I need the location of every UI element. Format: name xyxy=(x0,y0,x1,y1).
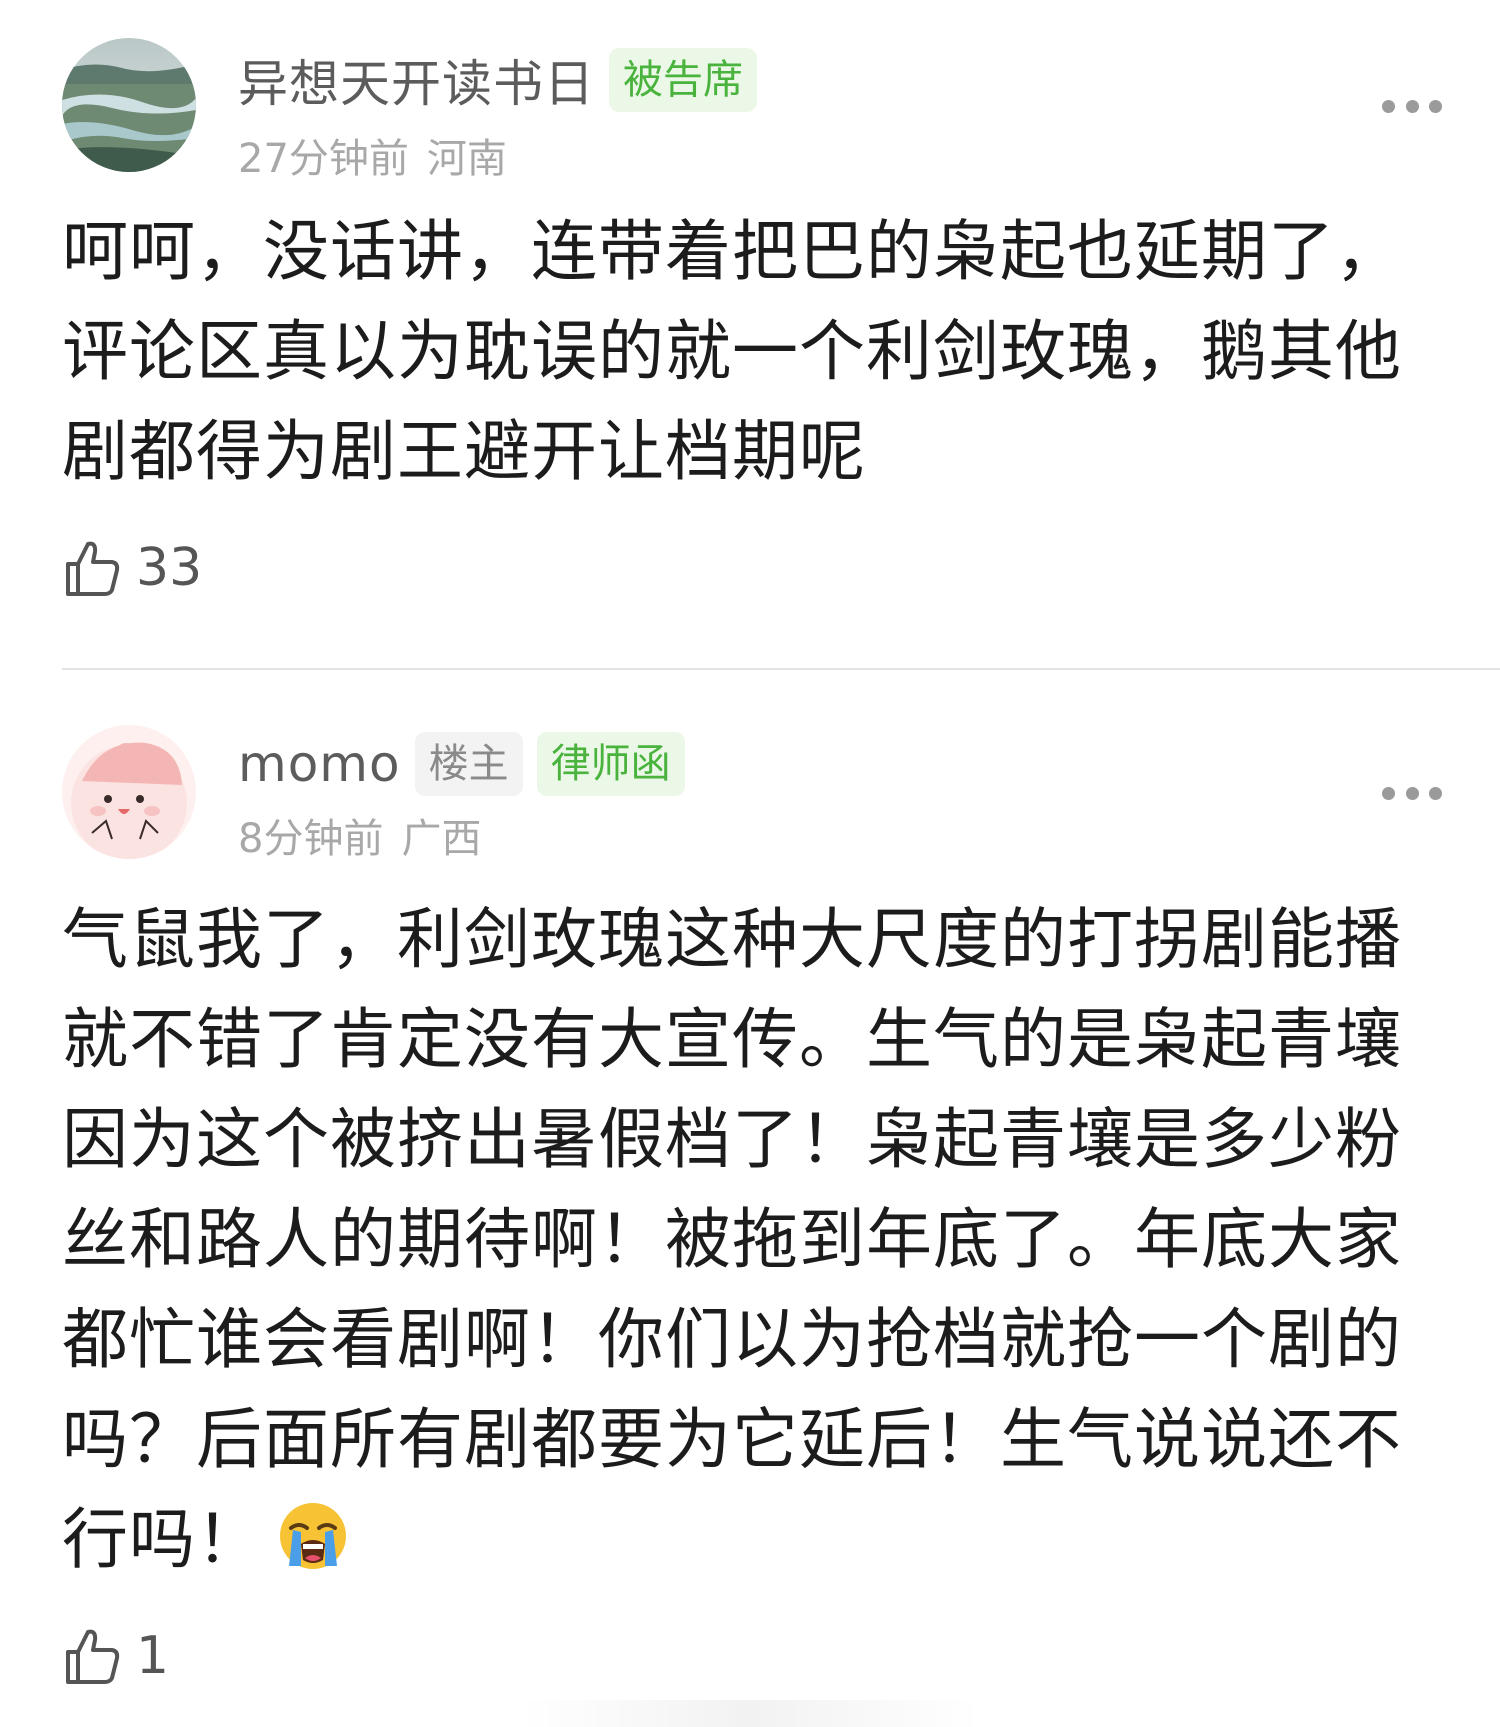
comment-text-line: 评论区真以为耽误的就一个利剑玫瑰，鹅其他 xyxy=(62,313,1402,390)
more-options-icon[interactable] xyxy=(1382,99,1442,113)
more-options-icon[interactable] xyxy=(1382,786,1442,800)
watermark-fade xyxy=(520,1700,980,1727)
comment-item: 异想天开读书日 被告席 27分钟前 河南 呵呵，没话讲，连带着把巴的枭起也延期了，… xyxy=(0,0,1500,668)
comment-text-line: 吗？后面所有剧都要为它延后！生气说说还不 xyxy=(62,1401,1402,1478)
comment-meta: 27分钟前 河南 xyxy=(238,126,507,184)
comment-location: 广西 xyxy=(401,816,482,862)
thumbs-up-icon xyxy=(66,541,120,596)
avatar[interactable] xyxy=(62,725,196,859)
comment-text-line: 呵呵，没话讲，连带着把巴的枭起也延期了， xyxy=(62,213,1402,290)
comment-text-line: 就不错了肯定没有大宣传。生气的是枭起青壤 xyxy=(62,1001,1402,1078)
comment-time: 8分钟前 xyxy=(238,816,384,862)
comment-meta: 8分钟前 广西 xyxy=(238,806,481,864)
comment-time: 27分钟前 xyxy=(238,136,409,182)
user-badge: 律师函 xyxy=(536,732,685,796)
thumbs-up-icon xyxy=(66,1629,120,1684)
comment-text-line: 剧都得为剧王避开让档期呢 xyxy=(62,413,866,490)
comment-text-line: 行吗！ xyxy=(62,1490,1402,1600)
comment-text-line: 因为这个被挤出暑假档了！枭起青壤是多少粉 xyxy=(62,1101,1402,1178)
comment-text-line: 气鼠我了，利剑玫瑰这种大尺度的打拐剧能播 xyxy=(62,901,1402,978)
op-badge: 楼主 xyxy=(414,732,523,796)
user-badge: 被告席 xyxy=(609,48,757,112)
like-count: 1 xyxy=(136,1626,170,1686)
avatar[interactable] xyxy=(62,38,196,172)
comment-text-line-end: 行吗！ xyxy=(62,1501,263,1578)
comment-location: 河南 xyxy=(426,136,507,182)
comment-text: 呵呵，没话讲，连带着把巴的枭起也延期了， 评论区真以为耽误的就一个利剑玫瑰，鹅其… xyxy=(62,202,1402,502)
comment-text: 气鼠我了，利剑玫瑰这种大尺度的打拐剧能播 就不错了肯定没有大宣传。生气的是枭起青… xyxy=(62,890,1402,1600)
like-button[interactable]: 33 xyxy=(62,538,202,598)
username[interactable]: 异想天开读书日 xyxy=(238,44,595,116)
comment-item: momo 楼主 律师函 8分钟前 广西 气鼠我了，利剑玫瑰这种大尺度的打拐剧能播 … xyxy=(0,670,1500,1727)
loudly-crying-face-icon xyxy=(277,1500,349,1600)
username[interactable]: momo xyxy=(238,735,401,793)
like-button[interactable]: 1 xyxy=(62,1626,169,1686)
pink-cartoon-avatar-icon xyxy=(62,725,196,859)
like-count: 33 xyxy=(136,538,203,598)
landscape-river-avatar-icon xyxy=(62,38,196,172)
comment-text-line: 都忙谁会看剧啊！你们以为抢档就抢一个剧的 xyxy=(62,1301,1402,1378)
comment-text-line: 丝和路人的期待啊！被拖到年底了。年底大家 xyxy=(62,1201,1402,1278)
